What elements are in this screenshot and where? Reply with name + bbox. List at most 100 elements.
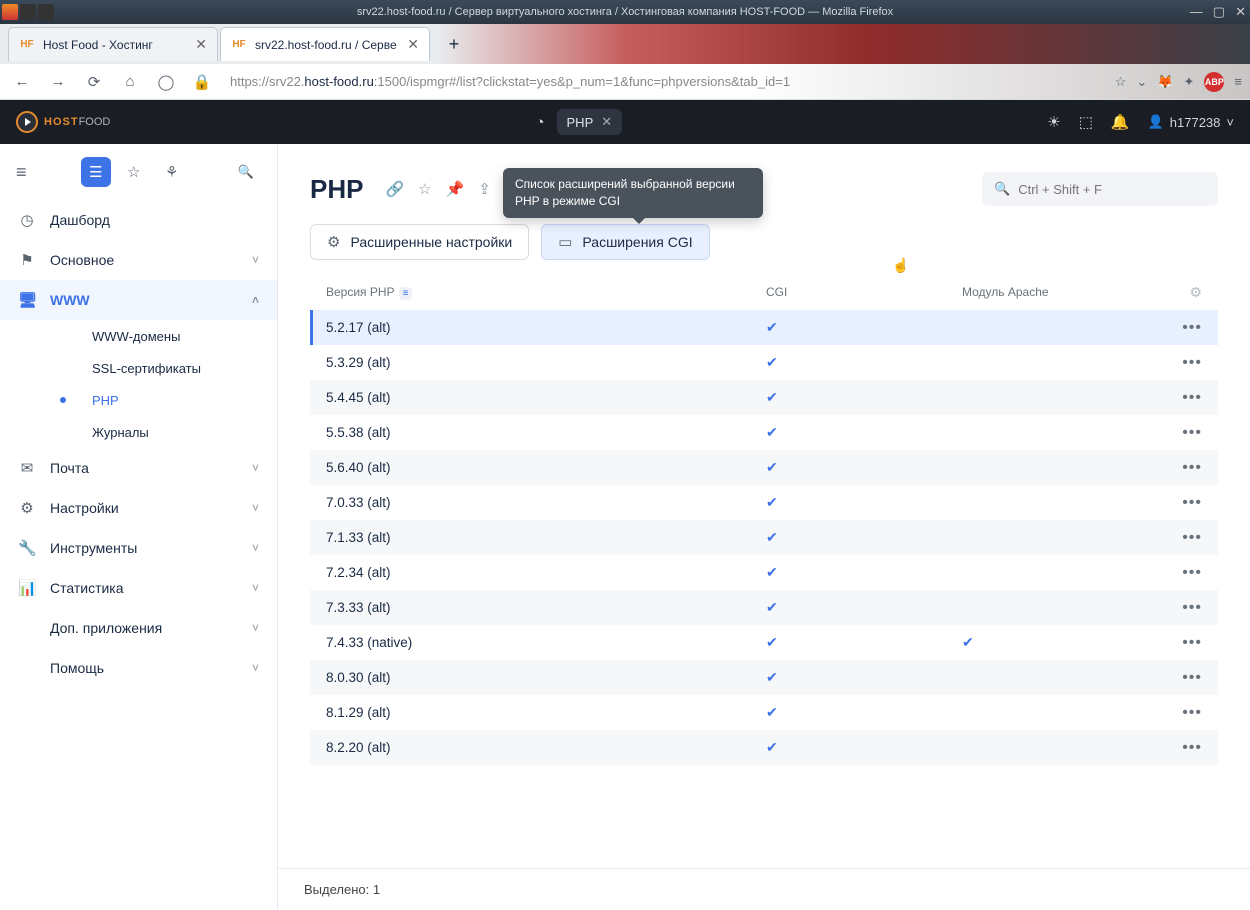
- hamburger-icon[interactable]: ≡: [1234, 74, 1242, 89]
- export-icon[interactable]: ⇪: [478, 180, 491, 198]
- url-input[interactable]: https://srv22.host-food.ru:1500/ispmgr#/…: [224, 68, 1107, 96]
- chip-close-icon[interactable]: ✕: [601, 114, 612, 130]
- check-icon: ✔: [766, 669, 778, 685]
- row-actions-icon[interactable]: •••: [1182, 424, 1202, 441]
- window-min-icon[interactable]: —: [1190, 4, 1203, 20]
- check-icon: ✔: [766, 494, 778, 510]
- col-version[interactable]: Версия PHP≡: [326, 285, 766, 300]
- window-max-icon[interactable]: ▢: [1213, 4, 1225, 20]
- advanced-settings-button[interactable]: ⚙ Расширенные настройки: [310, 224, 529, 260]
- extension-icon[interactable]: 🦊: [1157, 74, 1173, 90]
- col-cgi[interactable]: CGI: [766, 285, 962, 299]
- cell-cgi: ✔: [766, 389, 962, 406]
- table-row[interactable]: 5.5.38 (alt) ✔ •••: [310, 415, 1218, 450]
- bookmark-star-icon[interactable]: ☆: [1115, 74, 1127, 90]
- row-actions-icon[interactable]: •••: [1182, 319, 1202, 336]
- browser-toolbar: ← → ⟳ ⌂ ◯ 🔒 https://srv22.host-food.ru:1…: [0, 64, 1250, 100]
- sidebar-subitem[interactable]: Журналы: [32, 416, 277, 448]
- table-row[interactable]: 7.1.33 (alt) ✔ •••: [310, 520, 1218, 555]
- favorite-icon[interactable]: ☆: [418, 180, 431, 198]
- user-menu[interactable]: 👤 h177238 ˅: [1148, 114, 1234, 130]
- row-actions-icon[interactable]: •••: [1182, 634, 1202, 651]
- search-input[interactable]: [1018, 182, 1206, 197]
- table-row[interactable]: 8.2.20 (alt) ✔ •••: [310, 730, 1218, 765]
- sidebar-item[interactable]: 🖥WWW˄: [0, 280, 277, 320]
- check-icon: ✔: [766, 424, 778, 440]
- sidebar-item[interactable]: ⚙Настройки˅: [0, 488, 277, 528]
- row-actions-icon[interactable]: •••: [1182, 704, 1202, 721]
- extension-icon[interactable]: ⬚: [1079, 113, 1093, 131]
- theme-icon[interactable]: ☀: [1047, 113, 1060, 131]
- link-icon[interactable]: 🔗: [385, 180, 404, 198]
- shield-icon[interactable]: ◯: [152, 68, 180, 96]
- view-list-button[interactable]: ☰: [81, 157, 111, 187]
- tab-close-icon[interactable]: ✕: [407, 36, 419, 53]
- chevron-icon: ˅: [252, 661, 259, 675]
- new-tab-button[interactable]: +: [438, 28, 470, 60]
- row-actions-icon[interactable]: •••: [1182, 529, 1202, 546]
- check-icon: ✔: [766, 704, 778, 720]
- sidebar-item[interactable]: Помощь˅: [0, 648, 277, 688]
- table-row[interactable]: 5.2.17 (alt) ✔ •••: [310, 310, 1218, 345]
- row-actions-icon[interactable]: •••: [1182, 564, 1202, 581]
- cell-version: 5.4.45 (alt): [326, 390, 766, 405]
- sort-icon[interactable]: ≡: [399, 287, 413, 300]
- row-actions-icon[interactable]: •••: [1182, 599, 1202, 616]
- stats-icon[interactable]: ◔: [535, 114, 544, 131]
- gear-icon[interactable]: ⚙: [1189, 284, 1202, 300]
- table-row[interactable]: 5.3.29 (alt) ✔ •••: [310, 345, 1218, 380]
- sidebar-item[interactable]: 📊Статистика˅: [0, 568, 277, 608]
- sidebar-item[interactable]: 🔧Инструменты˅: [0, 528, 277, 568]
- sidebar-search-icon[interactable]: 🔍: [231, 157, 261, 187]
- nav-reload-button[interactable]: ⟳: [80, 68, 108, 96]
- extension-icon[interactable]: ✦: [1184, 74, 1195, 90]
- sidebar-subitem[interactable]: SSL-сертификаты: [32, 352, 277, 384]
- row-actions-icon[interactable]: •••: [1182, 459, 1202, 476]
- browser-tab-active[interactable]: HF srv22.host-food.ru / Серве ✕: [220, 27, 430, 61]
- abp-icon[interactable]: ABP: [1204, 72, 1224, 92]
- row-actions-icon[interactable]: •••: [1182, 389, 1202, 406]
- table-row[interactable]: 7.0.33 (alt) ✔ •••: [310, 485, 1218, 520]
- sidebar-toggle-icon[interactable]: ≡: [16, 162, 27, 183]
- table-row[interactable]: 7.3.33 (alt) ✔ •••: [310, 590, 1218, 625]
- chevron-icon: ˅: [252, 253, 259, 267]
- tab-chip-php[interactable]: PHP ✕: [557, 109, 623, 135]
- table-row[interactable]: 5.4.45 (alt) ✔ •••: [310, 380, 1218, 415]
- favorites-icon[interactable]: ☆: [119, 157, 149, 187]
- table-row[interactable]: 7.4.33 (native) ✔ ✔ •••: [310, 625, 1218, 660]
- pocket-icon[interactable]: ⌄: [1136, 74, 1147, 90]
- window-titlebar: srv22.host-food.ru / Сервер виртуального…: [0, 0, 1250, 24]
- sidebar-subitem[interactable]: PHP: [32, 384, 277, 416]
- sidebar-item-dashboard[interactable]: ◷Дашборд: [0, 200, 277, 240]
- app-logo[interactable]: HOSTFOOD: [16, 111, 110, 133]
- table-row[interactable]: 8.1.29 (alt) ✔ •••: [310, 695, 1218, 730]
- row-actions-icon[interactable]: •••: [1182, 494, 1202, 511]
- nav-home-button[interactable]: ⌂: [116, 68, 144, 96]
- titlebar-app-icon: [38, 4, 54, 20]
- row-actions-icon[interactable]: •••: [1182, 669, 1202, 686]
- lock-icon[interactable]: 🔒: [188, 68, 216, 96]
- bell-icon[interactable]: 🔔: [1111, 113, 1130, 131]
- sidebar-item[interactable]: ✉Почта˅: [0, 448, 277, 488]
- tab-close-icon[interactable]: ✕: [195, 36, 207, 53]
- row-actions-icon[interactable]: •••: [1182, 354, 1202, 371]
- col-apache[interactable]: Модуль Apache: [962, 285, 1162, 299]
- sidebar-item[interactable]: ⚑Основное˅: [0, 240, 277, 280]
- nav-forward-button[interactable]: →: [44, 68, 72, 96]
- cgi-extensions-button[interactable]: ▭ Расширения CGI ☝: [541, 224, 709, 260]
- row-actions-icon[interactable]: •••: [1182, 739, 1202, 756]
- pin-icon[interactable]: 📌: [446, 180, 465, 198]
- sidebar-item[interactable]: Доп. приложения˅: [0, 608, 277, 648]
- nav-back-button[interactable]: ←: [8, 68, 36, 96]
- table-row[interactable]: 5.6.40 (alt) ✔ •••: [310, 450, 1218, 485]
- browser-tab[interactable]: HF Host Food - Хостинг ✕: [8, 27, 218, 61]
- section-icon: 🔧: [18, 539, 36, 557]
- apps-icon[interactable]: ⚘: [157, 157, 187, 187]
- page-search[interactable]: 🔍: [982, 172, 1218, 206]
- check-icon: ✔: [766, 634, 778, 650]
- dot-icon: [60, 397, 66, 403]
- table-row[interactable]: 8.0.30 (alt) ✔ •••: [310, 660, 1218, 695]
- window-close-icon[interactable]: ✕: [1235, 4, 1246, 20]
- table-row[interactable]: 7.2.34 (alt) ✔ •••: [310, 555, 1218, 590]
- sidebar-subitem[interactable]: WWW-домены: [32, 320, 277, 352]
